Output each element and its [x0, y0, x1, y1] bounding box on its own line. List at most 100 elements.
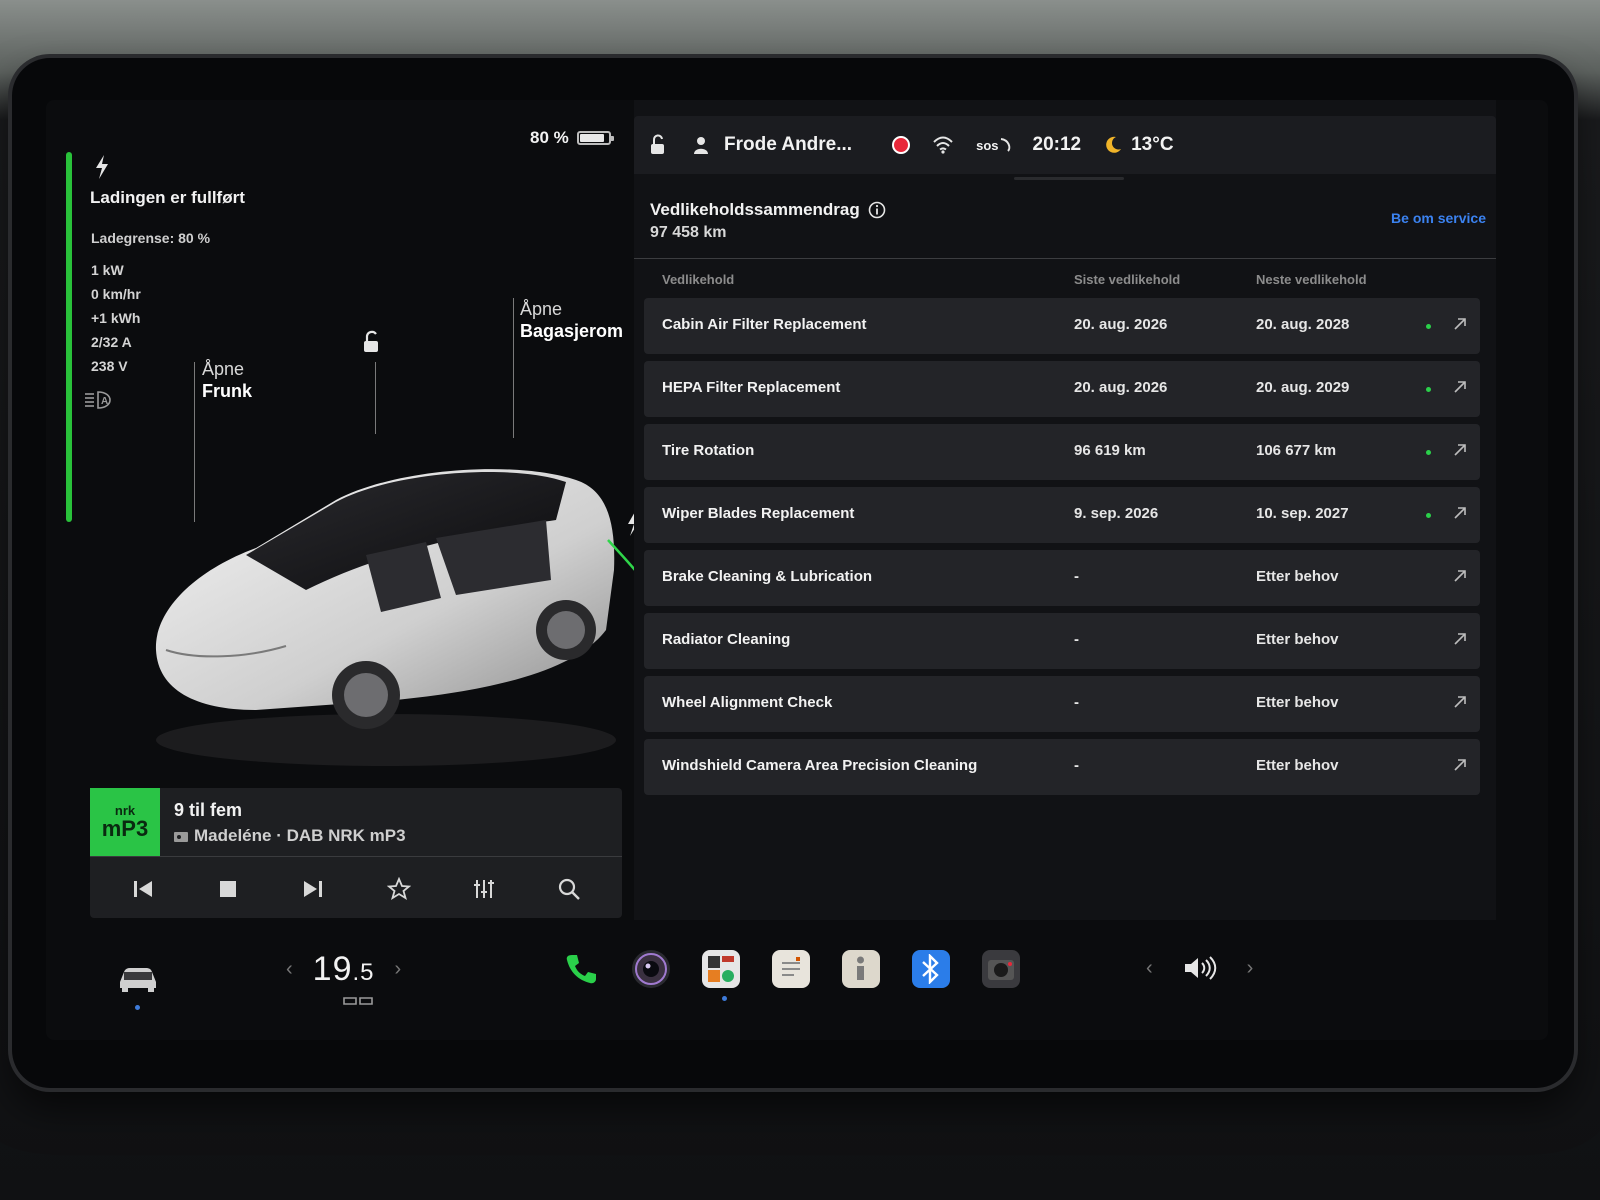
maintenance-row[interactable]: Radiator Cleaning - Etter behov	[644, 613, 1480, 669]
search-icon	[559, 878, 581, 900]
maintenance-row[interactable]: Wiper Blades Replacement 9. sep. 2026 10. …	[644, 487, 1480, 543]
charging-current: 2/32 A	[91, 334, 132, 350]
unlock-icon[interactable]	[360, 330, 384, 354]
maintenance-item-name: HEPA Filter Replacement	[662, 379, 841, 396]
moon-weather-icon	[1106, 136, 1122, 153]
maintenance-row[interactable]: HEPA Filter Replacement 20. aug. 2026 20. …	[644, 361, 1480, 417]
next-icon	[304, 881, 323, 897]
open-detail-icon[interactable]	[1452, 505, 1468, 521]
maintenance-item-name: Brake Cleaning & Lubrication	[662, 568, 873, 585]
next-service: 106 677 km	[1256, 442, 1337, 459]
media-title: 9 til fem	[174, 800, 243, 820]
user-name: Frode Andre...	[724, 134, 853, 155]
open-detail-icon[interactable]	[1452, 631, 1468, 647]
manual-info-icon	[857, 956, 864, 980]
request-service-link[interactable]: Be om service	[1391, 210, 1486, 226]
release-notes-app[interactable]	[772, 950, 810, 988]
media-divider	[90, 856, 622, 857]
maintenance-title-text: Vedlikeholdssammendrag	[650, 200, 860, 219]
sos-button[interactable]: sos	[976, 138, 1010, 153]
info-icon[interactable]	[868, 201, 886, 219]
charge-limit-label[interactable]: Ladegrense: 80 %	[91, 230, 210, 246]
dashcam-app[interactable]	[982, 950, 1020, 988]
seat-heater-icon[interactable]	[342, 996, 376, 1008]
battery-indicator: 80 %	[530, 128, 614, 148]
manual-app[interactable]	[842, 950, 880, 988]
frunk-action-label: Åpne	[202, 359, 245, 379]
temp-down-button[interactable]: ‹	[286, 958, 293, 981]
next-service: Etter behov	[1256, 568, 1339, 585]
volume-control: ‹ ›	[1146, 954, 1253, 982]
trunk-target-label: Bagasjerom	[520, 321, 624, 341]
bottom-taskbar: ‹ 19.5 › ‹ ›	[46, 930, 1548, 1040]
outside-temperature: 13°C	[1131, 134, 1174, 155]
open-trunk-button[interactable]: Åpne Bagasjerom	[520, 298, 623, 342]
odometer-reading: 97 458 km	[650, 224, 727, 241]
battery-icon	[576, 131, 614, 145]
temp-decimal: .5	[352, 959, 375, 986]
toybox-app[interactable]	[702, 950, 740, 988]
maintenance-row[interactable]: Wheel Alignment Check - Etter behov	[644, 676, 1480, 732]
trunk-action-label: Åpne	[520, 299, 563, 319]
volume-icon[interactable]	[1183, 954, 1217, 982]
open-detail-icon[interactable]	[1452, 757, 1468, 773]
wifi-icon	[933, 136, 953, 154]
column-header-next: Neste vedlikehold	[1256, 272, 1367, 287]
camera-lens-icon	[635, 953, 667, 985]
maintenance-list: Cabin Air Filter Replacement 20. aug. 202…	[644, 298, 1480, 802]
charging-stats: 1 kW 0 km/hr +1 kWh 2/32 A 238 V	[91, 262, 141, 382]
last-service: 20. aug. 2026	[1074, 379, 1168, 396]
dashcam-record-icon[interactable]	[892, 136, 911, 154]
last-service: -	[1074, 694, 1079, 711]
open-frunk-button[interactable]: Åpne Frunk	[202, 358, 252, 402]
station-logo-bottom: mP3	[101, 816, 149, 841]
frunk-target-label: Frunk	[202, 381, 253, 401]
car-controls-icon[interactable]	[116, 960, 160, 994]
previous-icon	[133, 881, 152, 897]
maintenance-row[interactable]: Tire Rotation 96 619 km 106 677 km	[644, 424, 1480, 480]
open-detail-icon[interactable]	[1452, 316, 1468, 332]
phone-app[interactable]	[562, 950, 600, 988]
stop-icon	[219, 881, 236, 897]
car-active-indicator	[135, 1005, 140, 1010]
cabin-temperature-control: ‹ 19.5 ›	[286, 950, 401, 989]
equalizer-icon	[473, 880, 494, 898]
next-track-button[interactable]	[300, 876, 326, 902]
maintenance-item-name: Tire Rotation	[662, 442, 755, 459]
auto-headlight-icon[interactable]: A	[84, 390, 118, 410]
previous-track-button[interactable]	[130, 876, 156, 902]
maintenance-panel: Frode Andre... sos 20:12 13°C Vedlikehol…	[634, 100, 1496, 920]
equalizer-button[interactable]	[471, 876, 497, 902]
unlock-status-icon[interactable]	[648, 134, 670, 156]
maintenance-title: Vedlikeholdssammendrag	[650, 200, 886, 220]
bluetooth-app[interactable]	[912, 950, 950, 988]
status-bar: Frode Andre... sos 20:12 13°C	[634, 116, 1496, 174]
volume-down-button[interactable]: ‹	[1146, 957, 1153, 980]
next-service: 20. aug. 2028	[1256, 316, 1350, 333]
open-detail-icon[interactable]	[1452, 379, 1468, 395]
temp-up-button[interactable]: ›	[395, 958, 402, 981]
open-detail-icon[interactable]	[1452, 442, 1468, 458]
last-service: -	[1074, 568, 1079, 585]
open-detail-icon[interactable]	[1452, 694, 1468, 710]
cabin-temperature[interactable]: 19.5	[313, 950, 375, 989]
stop-button[interactable]	[215, 876, 241, 902]
media-search-button[interactable]	[556, 876, 582, 902]
status-ok-dot	[1426, 513, 1431, 518]
last-service: 20. aug. 2026	[1074, 316, 1168, 333]
maintenance-item-name: Cabin Air Filter Replacement	[662, 316, 867, 333]
maintenance-row[interactable]: Cabin Air Filter Replacement 20. aug. 202…	[644, 298, 1480, 354]
media-player[interactable]: nrk mP3 9 til fem Madeléne · DAB NRK mP3	[90, 788, 622, 918]
user-profile-button[interactable]: Frode Andre...	[692, 134, 852, 156]
drag-handle[interactable]	[1014, 177, 1124, 180]
charging-status-title: Ladingen er fullført	[90, 188, 245, 207]
open-detail-icon[interactable]	[1452, 568, 1468, 584]
phone-icon	[566, 955, 596, 984]
maintenance-row[interactable]: Brake Cleaning & Lubrication - Etter behov	[644, 550, 1480, 606]
volume-up-button[interactable]: ›	[1247, 957, 1254, 980]
app-launcher	[562, 950, 1020, 988]
maintenance-row[interactable]: Windshield Camera Area Precision Cleanin…	[644, 739, 1480, 795]
charging-bolt-icon	[96, 155, 108, 179]
camera-app[interactable]	[632, 950, 670, 988]
favorite-button[interactable]	[386, 876, 412, 902]
